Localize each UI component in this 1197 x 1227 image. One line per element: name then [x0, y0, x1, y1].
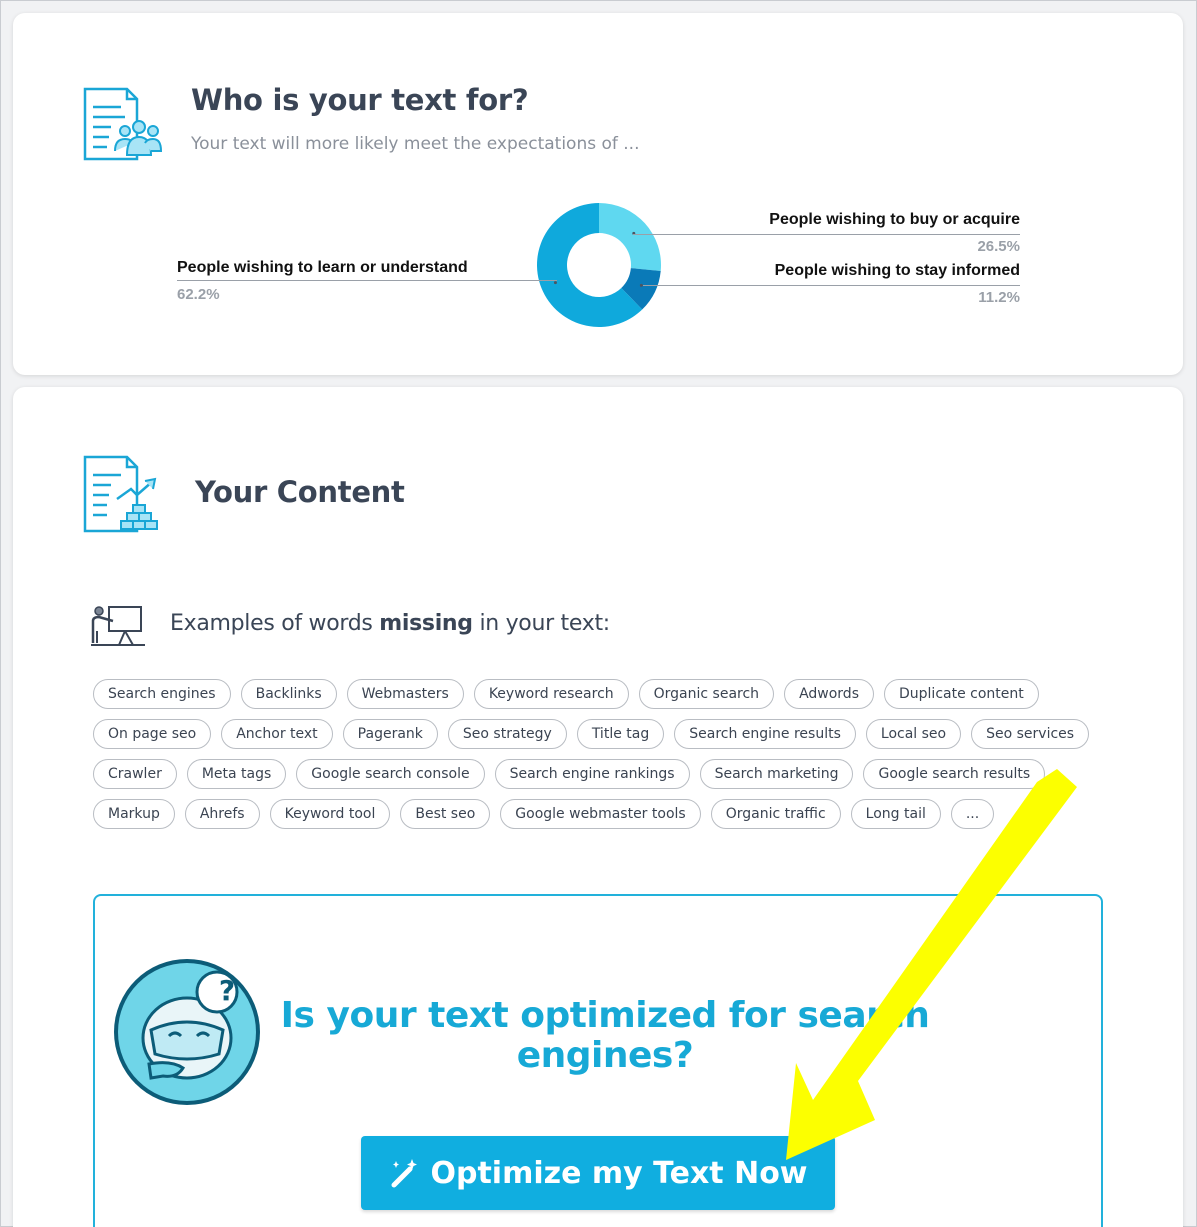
missing-word-tag[interactable]: Anchor text — [221, 719, 333, 749]
donut-slice-buy — [599, 203, 661, 271]
slice-value-informed: 11.2% — [978, 289, 1020, 306]
optimize-text-button[interactable]: Optimize my Text Now — [361, 1136, 835, 1210]
cta-title: Is your text optimized for search engine… — [280, 995, 930, 1076]
tag-row: On page seo Anchor text Pagerank Seo strate… — [93, 719, 1103, 749]
slice-value-buy: 26.5% — [977, 238, 1020, 255]
missing-word-tag[interactable]: Organic search — [638, 679, 775, 709]
missing-word-tag[interactable]: Ahrefs — [184, 799, 260, 829]
optimize-cta-box: ? Is your text optimized for search engi… — [93, 894, 1103, 1227]
missing-word-tag[interactable]: Pagerank — [342, 719, 438, 749]
missing-word-tag[interactable]: Search engine results — [674, 719, 856, 749]
content-title: Your Content — [195, 475, 405, 509]
missing-word-tag[interactable]: Seo services — [971, 719, 1090, 749]
missing-word-tag[interactable]: Search engines — [93, 679, 231, 709]
magic-wand-icon — [391, 1159, 418, 1188]
slice-value-learn: 62.2% — [177, 286, 220, 303]
leader-line-buy — [633, 234, 1020, 235]
missing-word-tag[interactable]: Google webmaster tools — [500, 799, 701, 829]
leader-line-learn — [177, 280, 557, 281]
missing-word-tag[interactable]: Long tail — [850, 799, 941, 829]
presentation-teacher-icon — [91, 606, 145, 646]
document-audience-icon — [83, 87, 163, 161]
missing-word-tag[interactable]: Local seo — [865, 719, 962, 749]
missing-word-tag[interactable]: Google search results — [863, 759, 1046, 789]
missing-word-tag[interactable]: Search marketing — [699, 759, 854, 789]
optimize-text-button-label: Optimize my Text Now — [430, 1155, 808, 1191]
missing-word-tag[interactable]: Webmasters — [346, 679, 464, 709]
missing-words-heading: Examples of words missing in your text: — [170, 611, 610, 636]
missing-word-tag[interactable]: ... — [950, 799, 995, 829]
audience-card: Who is your text for? Your text will mor… — [13, 13, 1183, 375]
document-building-icon — [83, 455, 158, 533]
missing-word-tag[interactable]: Seo strategy — [447, 719, 567, 749]
audience-title: Who is your text for? — [191, 83, 529, 117]
tag-row: Markup Ahrefs Keyword tool Best seo Google w… — [93, 799, 1103, 829]
missing-word-tag[interactable]: Duplicate content — [884, 679, 1039, 709]
missing-word-tag[interactable]: Keyword tool — [269, 799, 391, 829]
missing-word-tag[interactable]: Markup — [93, 799, 175, 829]
missing-word-tag[interactable]: On page seo — [93, 719, 212, 749]
tag-row: Crawler Meta tags Google search console Sea… — [93, 759, 1103, 789]
missing-word-tag[interactable]: Backlinks — [240, 679, 337, 709]
missing-word-tag[interactable]: Adwords — [784, 679, 874, 709]
missing-word-tag[interactable]: Google search console — [296, 759, 485, 789]
leader-line-informed — [643, 285, 1020, 286]
missing-word-tag[interactable]: Keyword research — [473, 679, 629, 709]
slice-label-buy: People wishing to buy or acquire — [769, 211, 1020, 228]
audience-subtitle: Your text will more likely meet the expe… — [191, 134, 640, 154]
missing-word-tag[interactable]: Title tag — [576, 719, 665, 749]
audience-donut-chart — [537, 203, 661, 327]
missing-word-tag[interactable]: Crawler — [93, 759, 177, 789]
missing-word-tag[interactable]: Best seo — [400, 799, 491, 829]
missing-words-tags: Search engines Backlinks Webmasters Keyword… — [93, 679, 1103, 839]
content-card: Your Content Examples of words missing i… — [13, 387, 1183, 1227]
missing-word-tag[interactable]: Search engine rankings — [494, 759, 690, 789]
missing-word-tag[interactable]: Meta tags — [186, 759, 287, 789]
donut-slice-marker — [553, 281, 557, 285]
slice-label-learn: People wishing to learn or understand — [177, 259, 468, 276]
tag-row: Search engines Backlinks Webmasters Keyword… — [93, 679, 1103, 709]
robot-question-mark: ? — [218, 974, 236, 1007]
missing-word-tag[interactable]: Organic traffic — [710, 799, 841, 829]
slice-label-informed: People wishing to stay informed — [774, 262, 1020, 279]
page-frame: Who is your text for? Your text will mor… — [0, 0, 1197, 1227]
